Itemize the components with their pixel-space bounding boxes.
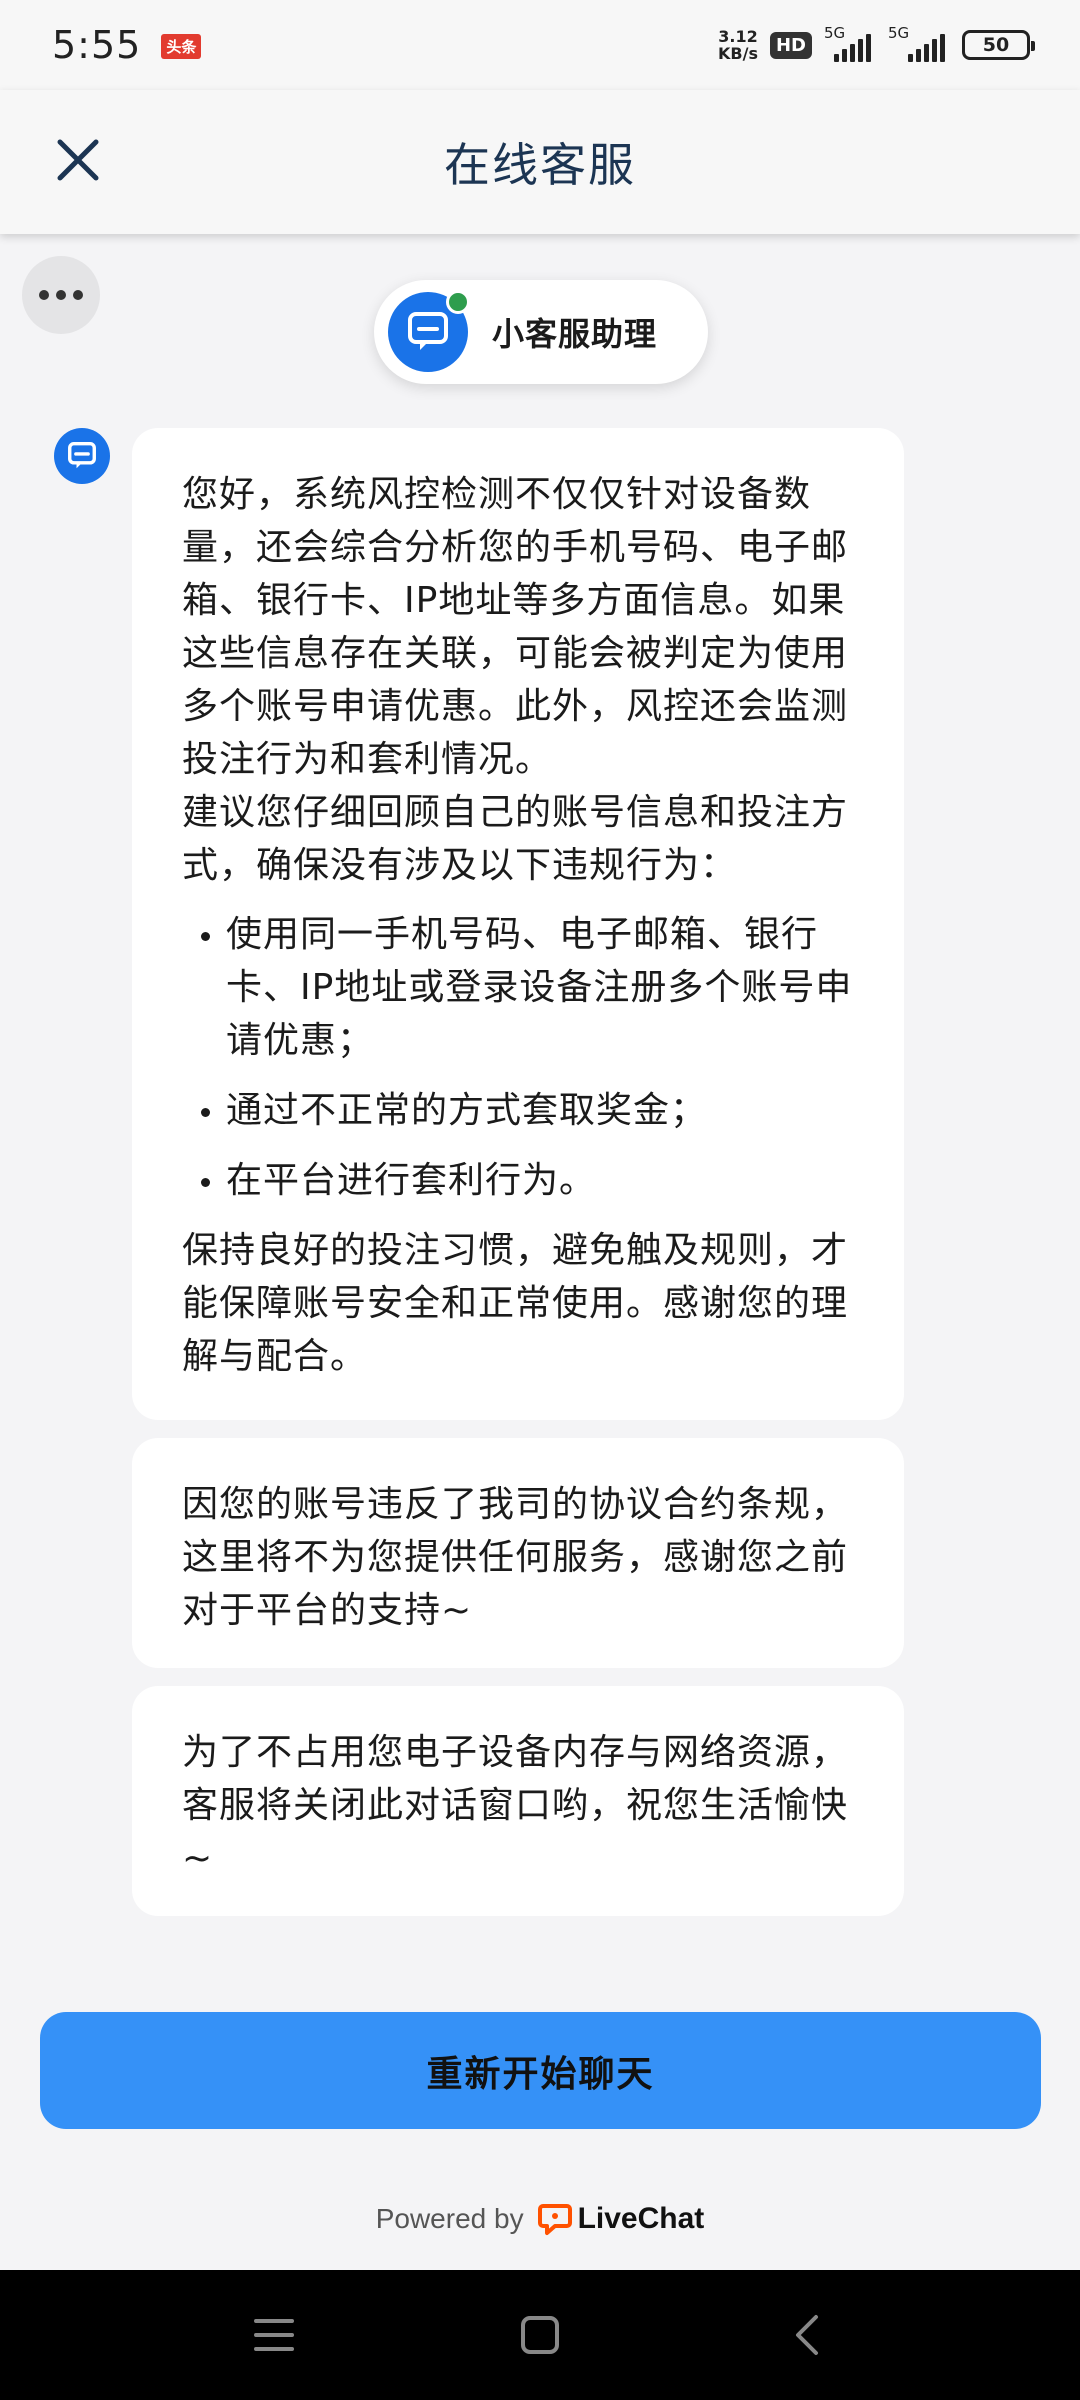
powered-by-footer[interactable]: Powered by LiveChat — [0, 2196, 1080, 2242]
message-text: 因您的账号违反了我司的协议合约条规，这里将不为您提供任何服务，感谢您之前对于平台… — [182, 1484, 849, 1631]
list-item: 通过不正常的方式套取奖金； — [226, 1084, 854, 1137]
message-text: 保持良好的投注习惯，避免触及规则，才能保障账号安全和正常使用。感谢您的理解与配合… — [182, 1230, 849, 1377]
powered-by-text: Powered by — [375, 2203, 524, 2234]
agent-info-pill[interactable]: 小客服助理 — [374, 280, 708, 384]
message-text: 您好，系统风控检测不仅仅针对设备数量，还会综合分析您的手机号码、电子邮箱、银行卡… — [182, 474, 849, 780]
news-notification-badge: 头条 — [161, 33, 202, 59]
agent-name: 小客服助理 — [492, 315, 658, 353]
menu-icon — [254, 2319, 294, 2351]
back-nav-button[interactable] — [776, 2305, 836, 2365]
chat-bubble-icon — [68, 442, 96, 469]
message-bubble: 因您的账号违反了我司的协议合约条规，这里将不为您提供任何服务，感谢您之前对于平台… — [132, 1438, 904, 1668]
status-left: 5:55 头条 — [52, 23, 202, 67]
status-time: 5:55 — [52, 23, 142, 67]
home-nav-button[interactable] — [510, 2305, 570, 2365]
system-navigation-bar — [0, 2270, 1080, 2400]
message-text: 建议您仔细回顾自己的账号信息和投注方式，确保没有涉及以下违规行为： — [182, 792, 849, 886]
battery-level: 50 — [982, 34, 1010, 56]
signal-strength-icon-2: 5G — [888, 24, 950, 62]
hd-icon: HD — [769, 31, 812, 59]
battery-icon: 50 — [962, 30, 1035, 60]
network-speed-value: 3.12 — [718, 27, 758, 46]
network-speed-unit: KB/s — [718, 44, 758, 63]
list-item: 使用同一手机号码、电子邮箱、银行卡、IP地址或登录设备注册多个账号申请优惠； — [226, 908, 854, 1067]
more-dot-icon — [73, 290, 83, 300]
chat-bubble-icon — [408, 312, 448, 350]
message-bubble: 为了不占用您电子设备内存与网络资源，客服将关闭此对话窗口哟，祝您生活愉快~ — [132, 1686, 904, 1916]
online-status-dot — [446, 290, 470, 314]
message-text: 为了不占用您电子设备内存与网络资源，客服将关闭此对话窗口哟，祝您生活愉快~ — [182, 1732, 849, 1879]
home-square-icon — [521, 2316, 559, 2354]
close-icon — [57, 139, 99, 181]
livechat-logo: LiveChat — [537, 2202, 705, 2236]
list-item: 在平台进行套利行为。 — [226, 1154, 854, 1207]
menu-nav-button[interactable] — [244, 2305, 304, 2365]
livechat-logo-icon — [537, 2204, 572, 2235]
page-title: 在线客服 — [444, 138, 636, 192]
close-button[interactable] — [48, 130, 108, 190]
status-right: 3.12 KB/s HD 5G 5G 50 — [718, 24, 1035, 62]
more-dot-icon — [39, 290, 49, 300]
more-options-button[interactable] — [22, 256, 100, 334]
signal-strength-icon: 5G — [824, 24, 876, 62]
signal-label-2: 5G — [888, 24, 910, 42]
status-bar: 5:55 头条 3.12 KB/s HD 5G 5G 50 — [0, 0, 1080, 90]
back-chevron-icon — [796, 2315, 818, 2355]
livechat-brand: LiveChat — [577, 2202, 705, 2235]
message-bubble: 您好，系统风控检测不仅仅针对设备数量，还会综合分析您的手机号码、电子邮箱、银行卡… — [132, 428, 904, 1420]
agent-avatar — [388, 290, 470, 372]
network-speed: 3.12 KB/s — [718, 28, 758, 62]
chat-header: 在线客服 — [0, 90, 1080, 234]
agent-message-avatar — [54, 428, 110, 484]
restart-chat-button[interactable]: 重新开始聊天 — [40, 2012, 1041, 2129]
violation-list: 使用同一手机号码、电子邮箱、银行卡、IP地址或登录设备注册多个账号申请优惠； 通… — [182, 908, 854, 1207]
more-dot-icon — [56, 290, 66, 300]
signal-label: 5G — [824, 24, 846, 42]
